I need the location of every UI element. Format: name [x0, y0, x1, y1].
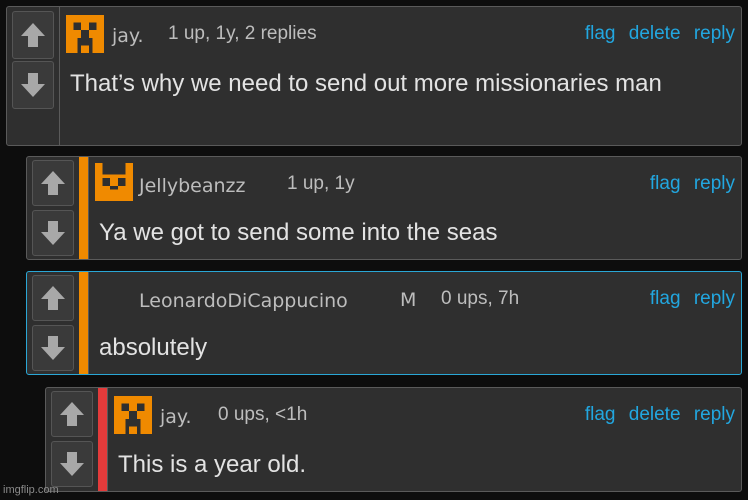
- comment-header: Jellybeanzz 1 up, 1y flag reply: [89, 157, 741, 201]
- up-arrow-icon: [41, 171, 65, 195]
- username[interactable]: LeonardoDiCappucino: [139, 290, 348, 312]
- delete-link[interactable]: delete: [629, 23, 681, 44]
- comment-actions: flag delete reply: [577, 404, 735, 426]
- down-arrow-icon: [60, 452, 84, 476]
- username[interactable]: jay.: [160, 406, 192, 428]
- up-arrow-icon: [41, 286, 65, 310]
- downvote-button[interactable]: [51, 441, 93, 487]
- orange-cat-icon[interactable]: [95, 163, 133, 201]
- comment-body: Jellybeanzz 1 up, 1y flag reply Ya we go…: [88, 157, 741, 259]
- comment-thread: jay. 1 up, 1y, 2 replies flag delete rep…: [0, 0, 748, 500]
- comment-2: Jellybeanzz 1 up, 1y flag reply Ya we go…: [26, 156, 742, 260]
- comment-text: absolutely: [99, 334, 208, 361]
- comment-actions: flag reply: [642, 288, 735, 310]
- thread-bar: [79, 157, 88, 259]
- flag-link[interactable]: flag: [650, 288, 681, 309]
- comment-body: jay. 0 ups, <1h flag delete reply This i…: [107, 388, 741, 491]
- flag-link[interactable]: flag: [585, 23, 616, 44]
- upvote-button[interactable]: [51, 391, 93, 437]
- thread-bar: [79, 272, 88, 374]
- watermark: imgflip.com: [3, 484, 59, 496]
- comment-text: Ya we got to send some into the seas: [99, 219, 498, 246]
- vote-column: [7, 7, 59, 145]
- comment-meta: 0 ups, <1h: [218, 404, 308, 425]
- comment-header: LeonardoDiCappucino M 0 ups, 7h flag rep…: [89, 272, 741, 312]
- downvote-button[interactable]: [12, 61, 54, 109]
- reply-link[interactable]: reply: [694, 173, 735, 194]
- comment-1: jay. 1 up, 1y, 2 replies flag delete rep…: [6, 6, 742, 146]
- reply-link[interactable]: reply: [694, 23, 735, 44]
- upvote-button[interactable]: [32, 160, 74, 206]
- delete-link[interactable]: delete: [629, 404, 681, 425]
- comment-text: That’s why we need to send out more miss…: [70, 70, 662, 97]
- vote-column: [27, 157, 79, 259]
- flag-link[interactable]: flag: [585, 404, 616, 425]
- down-arrow-icon: [41, 336, 65, 360]
- comment-text: This is a year old.: [118, 451, 307, 478]
- comment-actions: flag reply: [642, 173, 735, 195]
- downvote-button[interactable]: [32, 210, 74, 256]
- down-arrow-icon: [21, 73, 45, 97]
- username[interactable]: Jellybeanzz: [139, 175, 245, 197]
- comment-body: LeonardoDiCappucino M 0 ups, 7h flag rep…: [88, 272, 741, 374]
- reply-link[interactable]: reply: [694, 288, 735, 309]
- thread-bar: [98, 388, 107, 491]
- username[interactable]: jay.: [112, 25, 144, 47]
- up-arrow-icon: [60, 402, 84, 426]
- comment-4: jay. 0 ups, <1h flag delete reply This i…: [45, 387, 742, 492]
- upvote-button[interactable]: [12, 11, 54, 59]
- flag-link[interactable]: flag: [650, 173, 681, 194]
- comment-actions: flag delete reply: [577, 23, 735, 45]
- downvote-button[interactable]: [32, 325, 74, 371]
- down-arrow-icon: [41, 221, 65, 245]
- comment-3: LeonardoDiCappucino M 0 ups, 7h flag rep…: [26, 271, 742, 375]
- orange-creeper-icon[interactable]: [66, 15, 104, 53]
- mod-badge: M: [400, 289, 417, 311]
- comment-header: jay. 0 ups, <1h flag delete reply: [108, 388, 741, 434]
- comment-meta: 1 up, 1y: [287, 173, 355, 194]
- vote-column: [27, 272, 79, 374]
- vote-column: [46, 388, 98, 491]
- reply-link[interactable]: reply: [694, 404, 735, 425]
- comment-header: jay. 1 up, 1y, 2 replies flag delete rep…: [60, 7, 741, 53]
- upvote-button[interactable]: [32, 275, 74, 321]
- up-arrow-icon: [21, 23, 45, 47]
- orange-creeper-icon[interactable]: [114, 396, 152, 434]
- comment-meta: 0 ups, 7h: [441, 288, 520, 309]
- comment-body: jay. 1 up, 1y, 2 replies flag delete rep…: [59, 7, 741, 145]
- comment-meta: 1 up, 1y, 2 replies: [168, 23, 317, 44]
